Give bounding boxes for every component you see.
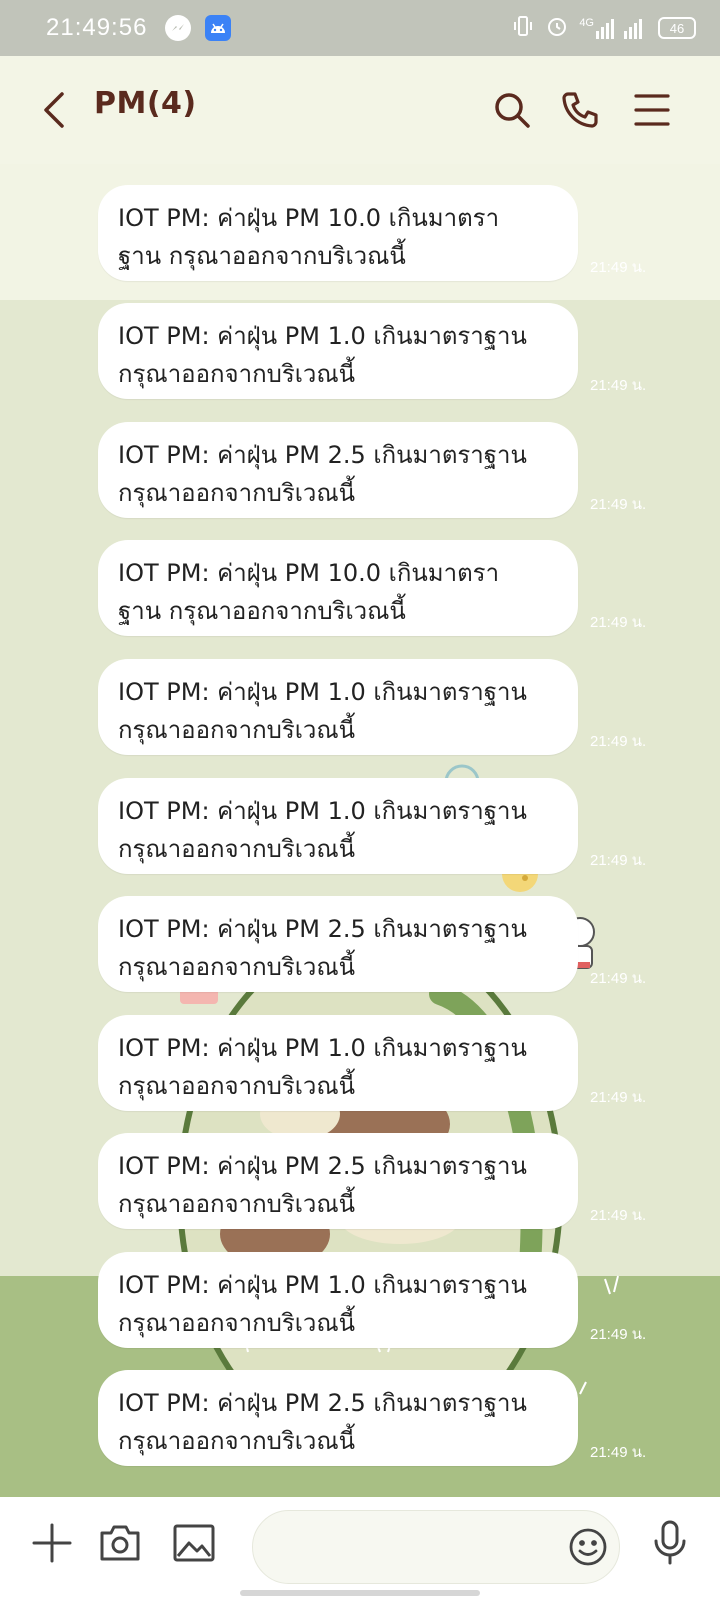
message-time: 21:49 น. [590, 852, 647, 869]
menu-button[interactable] [628, 86, 676, 134]
status-bar: 21:49:56 4G 46 [0, 0, 720, 56]
message-row[interactable]: IOT PM: ค่าฝุ่น PM 2.5 เกินมาตราฐาน กรุณ… [98, 1133, 658, 1229]
message-time: 21:49 น. [590, 1444, 647, 1461]
status-time: 21:49:56 [46, 14, 148, 41]
menu-icon [634, 94, 670, 126]
message-text: IOT PM: ค่าฝุ่น PM 1.0 เกินมาตราฐาน กรุณ… [118, 678, 527, 744]
message-row[interactable]: IOT PM: ค่าฝุ่น PM 1.0 เกินมาตราฐาน กรุณ… [98, 1015, 658, 1111]
vibrate-icon [511, 14, 535, 42]
message-bubble[interactable]: IOT PM: ค่าฝุ่น PM 1.0 เกินมาตราฐาน กรุณ… [98, 303, 578, 399]
message-input[interactable] [252, 1510, 620, 1584]
message-row[interactable]: IOT PM: ค่าฝุ่น PM 1.0 เกินมาตราฐาน กรุณ… [98, 778, 658, 874]
message-row[interactable]: IOT PM: ค่าฝุ่น PM 1.0 เกินมาตราฐาน กรุณ… [98, 303, 658, 399]
attach-button[interactable] [26, 1517, 78, 1569]
message-bubble[interactable]: IOT PM: ค่าฝุ่น PM 2.5 เกินมาตราฐาน กรุณ… [98, 1370, 578, 1466]
emoji-icon [569, 1528, 607, 1566]
battery-level: 46 [669, 20, 685, 36]
image-icon [173, 1524, 215, 1562]
message-row[interactable]: IOT PM: ค่าฝุ่น PM 10.0 เกินมาตรา ฐาน กร… [98, 185, 658, 281]
message-time: 21:49 น. [590, 1089, 647, 1106]
message-text: IOT PM: ค่าฝุ่น PM 10.0 เกินมาตรา ฐาน กร… [118, 204, 500, 270]
messenger-icon [165, 15, 192, 41]
message-bubble[interactable]: IOT PM: ค่าฝุ่น PM 1.0 เกินมาตราฐาน กรุณ… [98, 1015, 578, 1111]
call-button[interactable] [556, 86, 604, 134]
message-row[interactable]: IOT PM: ค่าฝุ่น PM 2.5 เกินมาตราฐาน กรุณ… [98, 896, 658, 992]
plus-icon [32, 1523, 72, 1563]
message-text: IOT PM: ค่าฝุ่น PM 1.0 เกินมาตราฐาน กรุณ… [118, 797, 527, 863]
message-time: 21:49 น. [590, 496, 647, 513]
message-time: 21:49 น. [590, 733, 647, 750]
message-bubble[interactable]: IOT PM: ค่าฝุ่น PM 2.5 เกินมาตราฐาน กรุณ… [98, 1133, 578, 1229]
message-text: IOT PM: ค่าฝุ่น PM 1.0 เกินมาตราฐาน กรุณ… [118, 1271, 527, 1337]
message-time: 21:49 น. [590, 1326, 647, 1343]
message-input-bar [0, 1497, 720, 1600]
phone-icon [562, 92, 598, 128]
message-row[interactable]: IOT PM: ค่าฝุ่น PM 2.5 เกินมาตราฐาน กรุณ… [98, 422, 658, 518]
message-text: IOT PM: ค่าฝุ่น PM 1.0 เกินมาตราฐาน กรุณ… [118, 1034, 527, 1100]
message-bubble[interactable]: IOT PM: ค่าฝุ่น PM 2.5 เกินมาตราฐาน กรุณ… [98, 896, 578, 992]
search-button[interactable] [488, 86, 536, 134]
message-text: IOT PM: ค่าฝุ่น PM 2.5 เกินมาตราฐาน กรุณ… [118, 1152, 527, 1218]
message-text: IOT PM: ค่าฝุ่น PM 2.5 เกินมาตราฐาน กรุณ… [118, 1389, 527, 1455]
back-arrow-icon [44, 92, 64, 128]
message-text: IOT PM: ค่าฝุ่น PM 10.0 เกินมาตรา ฐาน กร… [118, 559, 500, 625]
chat-area[interactable]: IOT PM: ค่าฝุ่น PM 10.0 เกินมาตรา ฐาน กร… [0, 164, 720, 1497]
message-time: 21:49 น. [590, 614, 647, 631]
message-text: IOT PM: ค่าฝุ่น PM 2.5 เกินมาตราฐาน กรุณ… [118, 915, 527, 981]
message-row[interactable]: IOT PM: ค่าฝุ่น PM 1.0 เกินมาตราฐาน กรุณ… [98, 659, 658, 755]
network-type: 4G [579, 17, 594, 29]
camera-button[interactable] [94, 1517, 146, 1569]
voice-button[interactable] [644, 1517, 696, 1569]
message-row[interactable]: IOT PM: ค่าฝุ่น PM 10.0 เกินมาตรา ฐาน กร… [98, 540, 658, 636]
back-button[interactable] [36, 86, 72, 134]
message-time: 21:49 น. [590, 1207, 647, 1224]
emoji-button[interactable] [566, 1525, 610, 1569]
home-indicator[interactable] [240, 1590, 480, 1596]
message-time: 21:49 น. [590, 259, 647, 276]
message-bubble[interactable]: IOT PM: ค่าฝุ่น PM 1.0 เกินมาตราฐาน กรุณ… [98, 1252, 578, 1348]
message-bubble[interactable]: IOT PM: ค่าฝุ่น PM 1.0 เกินมาตราฐาน กรุณ… [98, 659, 578, 755]
gallery-button[interactable] [168, 1517, 220, 1569]
message-bubble[interactable]: IOT PM: ค่าฝุ่น PM 2.5 เกินมาตราฐาน กรุณ… [98, 422, 578, 518]
chat-header: PM(4) [0, 56, 720, 164]
signal-icon: 4G [579, 17, 648, 39]
message-bubble[interactable]: IOT PM: ค่าฝุ่น PM 10.0 เกินมาตรา ฐาน กร… [98, 185, 578, 281]
message-time: 21:49 น. [590, 970, 647, 987]
chat-title[interactable]: PM(4) [94, 86, 197, 121]
message-bubble[interactable]: IOT PM: ค่าฝุ่น PM 10.0 เกินมาตรา ฐาน กร… [98, 540, 578, 636]
microphone-icon [654, 1520, 686, 1565]
alarm-icon [545, 14, 569, 42]
search-icon [495, 93, 530, 128]
battery-icon: 46 [658, 17, 696, 39]
message-row[interactable]: IOT PM: ค่าฝุ่น PM 1.0 เกินมาตราฐาน กรุณ… [98, 1252, 658, 1348]
message-text: IOT PM: ค่าฝุ่น PM 1.0 เกินมาตราฐาน กรุณ… [118, 322, 527, 388]
message-time: 21:49 น. [590, 377, 647, 394]
android-icon [205, 15, 232, 41]
camera-icon [100, 1525, 140, 1561]
message-row[interactable]: IOT PM: ค่าฝุ่น PM 2.5 เกินมาตราฐาน กรุณ… [98, 1370, 658, 1466]
message-text: IOT PM: ค่าฝุ่น PM 2.5 เกินมาตราฐาน กรุณ… [118, 441, 527, 507]
message-bubble[interactable]: IOT PM: ค่าฝุ่น PM 1.0 เกินมาตราฐาน กรุณ… [98, 778, 578, 874]
